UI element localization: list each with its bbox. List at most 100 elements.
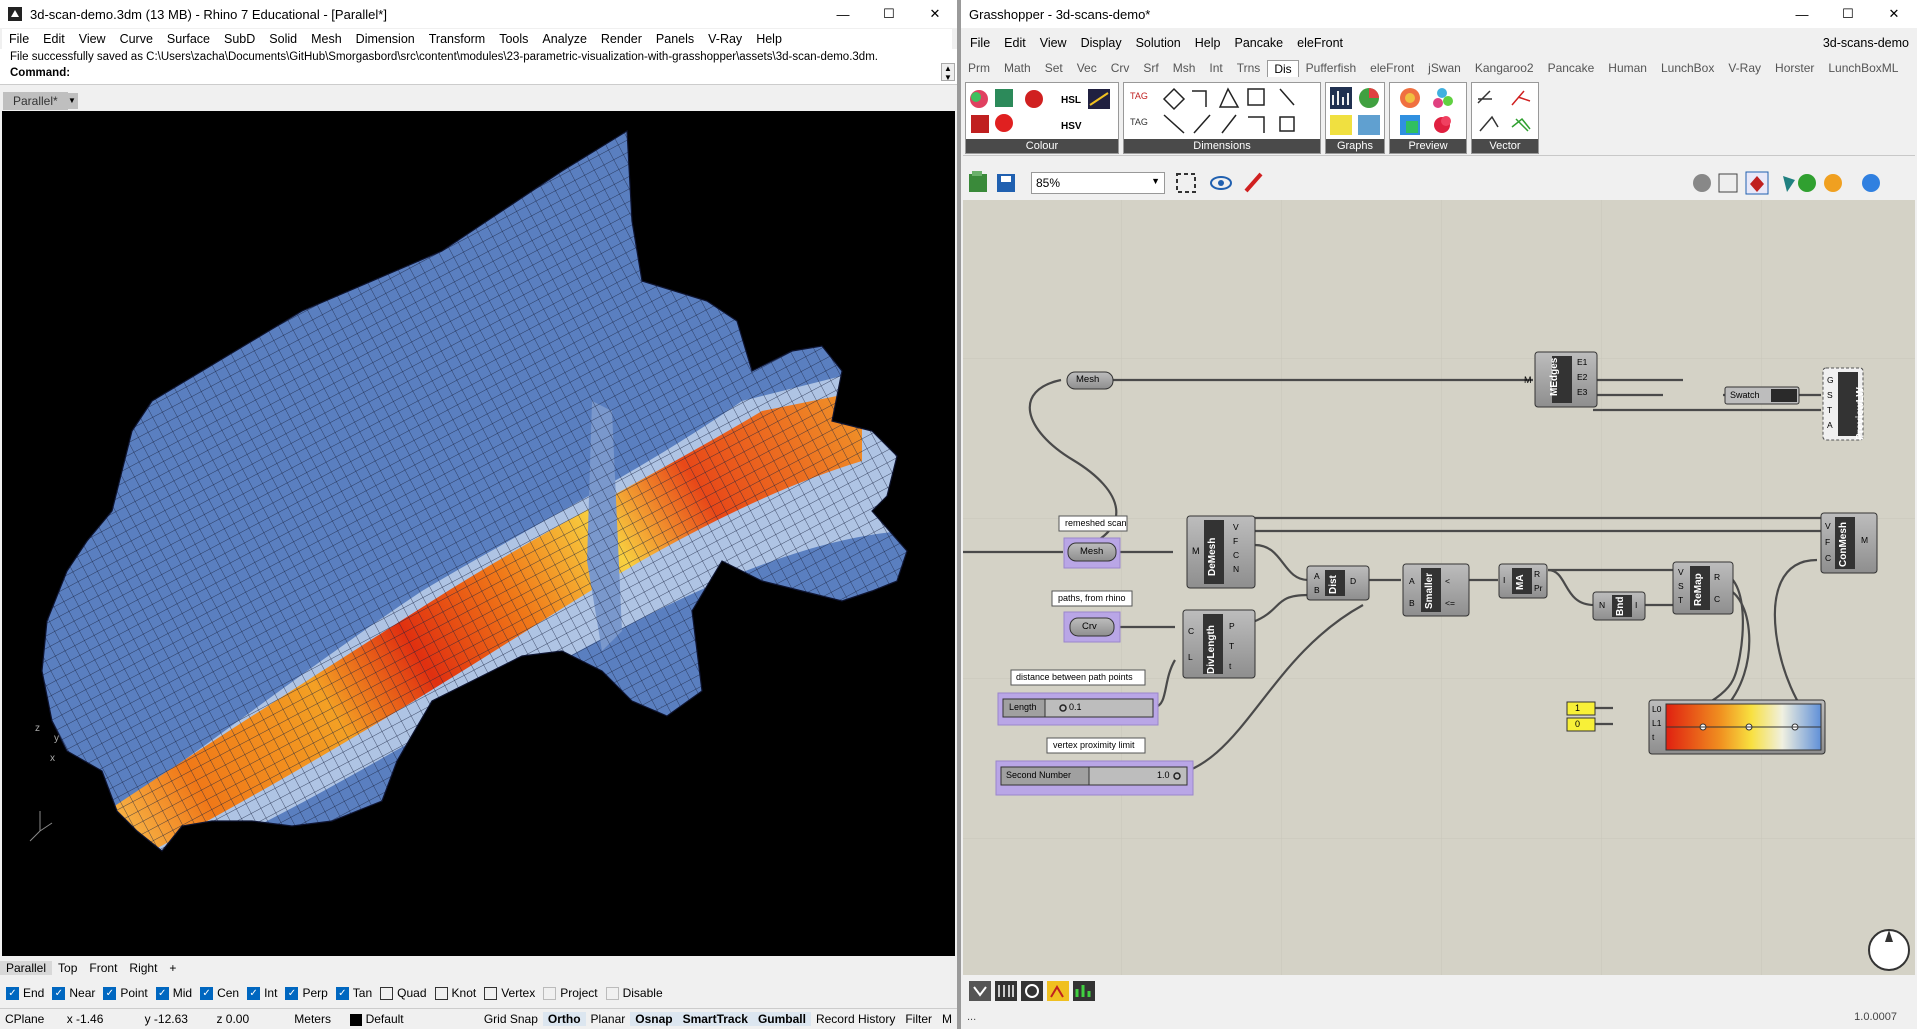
group-label-remeshed[interactable]: remeshed scan (1065, 518, 1127, 528)
divlength-input-0[interactable]: C (1188, 618, 1194, 644)
chevron-down-icon[interactable]: ▼ (66, 93, 78, 109)
tab-jswan[interactable]: jSwan (1421, 61, 1468, 75)
menu-item-transform[interactable]: Transform (422, 32, 493, 46)
divlength-input-1[interactable]: L (1188, 644, 1194, 670)
medges-input[interactable]: M (1524, 375, 1532, 385)
menu-item-render[interactable]: Render (594, 32, 649, 46)
smaller-input-1[interactable]: B (1409, 592, 1415, 614)
gh-menu-item-pancake[interactable]: Pancake (1227, 36, 1290, 50)
status-toggle-record-history[interactable]: Record History (811, 1012, 900, 1026)
status-toggle-osnap[interactable]: Osnap (630, 1012, 678, 1026)
osnap-perp[interactable]: ✓ Perp (285, 986, 328, 1000)
bnd-output[interactable]: I (1635, 600, 1637, 610)
ma-component[interactable]: MA (1515, 574, 1526, 590)
menu-item-panels[interactable]: Panels (649, 32, 701, 46)
status-toggle-planar[interactable]: Planar (586, 1012, 631, 1026)
menu-item-subd[interactable]: SubD (217, 32, 262, 46)
demesh-output-3[interactable]: N (1233, 562, 1239, 576)
demesh-output-2[interactable]: C (1233, 548, 1239, 562)
divlength-output-2[interactable]: t (1229, 656, 1235, 676)
command-scroll-icon[interactable]: ▲ ▼ (941, 63, 955, 82)
gradient-input-2[interactable]: t (1652, 730, 1661, 744)
tab-trns[interactable]: Trns (1230, 61, 1268, 75)
conmesh-component[interactable]: ConMesh (1838, 522, 1849, 567)
demesh-input[interactable]: M (1192, 546, 1200, 556)
osnap-cen[interactable]: ✓ Cen (200, 986, 239, 1000)
conmesh-input-0[interactable]: V (1825, 518, 1831, 534)
divlength-output-1[interactable]: T (1229, 636, 1235, 656)
second-slider-value[interactable]: 1.0 (1157, 770, 1170, 780)
previewlw-input-2[interactable]: T (1827, 403, 1834, 418)
tab-crv[interactable]: Crv (1104, 61, 1137, 75)
smaller-output-0[interactable]: < (1445, 570, 1455, 592)
tab-v-ray[interactable]: V-Ray (1721, 61, 1768, 75)
group-label-distance[interactable]: distance between path points (1016, 672, 1133, 682)
gradient-input-0[interactable]: L0 (1652, 702, 1661, 716)
gh-menu-item-display[interactable]: Display (1074, 36, 1129, 50)
menu-item-help[interactable]: Help (749, 32, 789, 46)
swatch-component[interactable]: Swatch (1730, 390, 1760, 400)
menu-item-analyze[interactable]: Analyze (535, 32, 593, 46)
status-cplane[interactable]: CPlane (0, 1012, 57, 1026)
osnap-int[interactable]: ✓ Int (247, 986, 277, 1000)
gh-canvas[interactable]: Mesh MEdges M E1 E2 E3 Swatch PreviewLW GS… (963, 200, 1915, 975)
gh-menu-item-elefront[interactable]: eleFront (1290, 36, 1350, 50)
viewport-tab-parallel[interactable]: Parallel (0, 960, 53, 975)
tab-lunchboxml[interactable]: LunchBoxML (1821, 61, 1905, 75)
previewlw-component[interactable]: PreviewLW (1855, 387, 1866, 440)
menu-item-edit[interactable]: Edit (36, 32, 72, 46)
medges-output-0[interactable]: E1 (1577, 355, 1587, 370)
tab-msh[interactable]: Msh (1166, 61, 1203, 75)
tab-pancake[interactable]: Pancake (1541, 61, 1602, 75)
conmesh-output[interactable]: M (1861, 535, 1868, 545)
maximize-icon[interactable]: ☐ (1825, 0, 1871, 28)
osnap-project[interactable]: Project (543, 986, 598, 1000)
ma-output-1[interactable]: Pr (1534, 581, 1543, 595)
viewport-title-tab[interactable]: Parallel* (3, 92, 68, 110)
mesh-param-top[interactable]: Mesh (1076, 374, 1099, 385)
osnap-tan[interactable]: ✓ Tan (335, 986, 372, 1000)
perspective-viewport[interactable]: z y x (2, 111, 955, 956)
status-toggle-smarttrack[interactable]: SmartTrack (677, 1012, 753, 1026)
viewport-tab-front[interactable]: Front (83, 961, 123, 975)
gh-menu-item-edit[interactable]: Edit (997, 36, 1033, 50)
medges-component[interactable]: MEdges (1549, 358, 1560, 396)
tab-elefront[interactable]: eleFront (1363, 61, 1421, 75)
length-slider-value[interactable]: 0.1 (1069, 702, 1082, 712)
viewport-tab-right[interactable]: Right (123, 961, 163, 975)
close-icon[interactable]: ✕ (912, 0, 958, 28)
osnap-vertex[interactable]: Vertex (484, 986, 535, 1000)
ma-output-0[interactable]: R (1534, 567, 1543, 581)
tab-math[interactable]: Math (997, 61, 1038, 75)
previewlw-input-3[interactable]: A (1827, 418, 1834, 433)
mesh-param[interactable]: Mesh (1080, 546, 1103, 557)
tab-srf[interactable]: Srf (1136, 61, 1165, 75)
demesh-output-1[interactable]: F (1233, 534, 1239, 548)
menu-item-solid[interactable]: Solid (262, 32, 304, 46)
demesh-component[interactable]: DeMesh (1207, 538, 1218, 576)
zoom-select[interactable]: 85% ▼ (1031, 172, 1165, 194)
tab-human[interactable]: Human (1601, 61, 1654, 75)
dist-input-1[interactable]: B (1314, 583, 1320, 597)
minimize-icon[interactable]: — (1779, 0, 1825, 28)
menu-item-view[interactable]: View (72, 32, 113, 46)
bnd-component[interactable]: Bnd (1615, 597, 1626, 616)
crv-param[interactable]: Crv (1082, 621, 1097, 632)
osnap-end[interactable]: ✓ End (6, 986, 44, 1000)
gh-menu-item-solution[interactable]: Solution (1129, 36, 1188, 50)
smaller-component[interactable]: Smaller (1424, 573, 1435, 609)
conmesh-input-2[interactable]: C (1825, 550, 1831, 566)
tab-lunchbox[interactable]: LunchBox (1654, 61, 1721, 75)
maximize-icon[interactable]: ☐ (866, 0, 912, 28)
minimize-icon[interactable]: — (820, 0, 866, 28)
tab-prm[interactable]: Prm (961, 61, 997, 75)
length-slider-name[interactable]: Length (1009, 702, 1037, 712)
status-layer[interactable]: Default (338, 1012, 479, 1026)
group-label-vertex[interactable]: vertex proximity limit (1053, 740, 1135, 750)
menu-item-curve[interactable]: Curve (113, 32, 160, 46)
status-toggle-filter[interactable]: Filter (900, 1012, 937, 1026)
osnap-mid[interactable]: ✓ Mid (155, 986, 192, 1000)
previewlw-input-1[interactable]: S (1827, 388, 1834, 403)
remap-component[interactable]: ReMap (1693, 573, 1704, 606)
remap-input-2[interactable]: T (1678, 593, 1684, 607)
